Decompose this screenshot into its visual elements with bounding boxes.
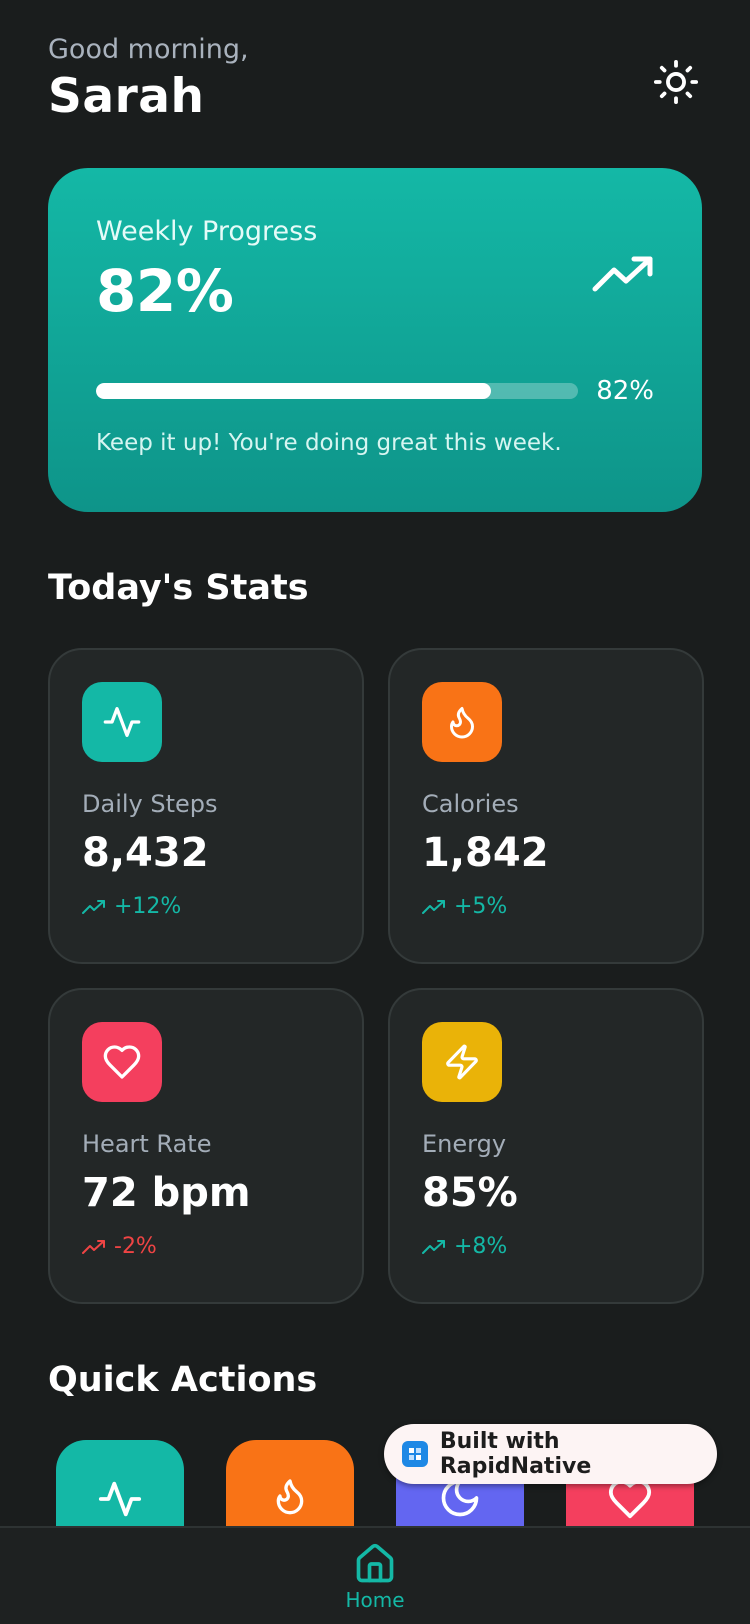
stat-change: -2% [82, 1234, 330, 1259]
stat-label: Daily Steps [82, 790, 218, 818]
sun-icon [653, 59, 699, 105]
stat-change-text: +8% [454, 1234, 508, 1259]
progress-bar-fill [96, 383, 492, 399]
progress-message: Keep it up! You're doing great this week… [96, 430, 562, 456]
quick-action-activity-button[interactable] [56, 1440, 184, 1540]
stat-card-heart-rate[interactable]: Heart Rate 72 bpm -2% [48, 988, 364, 1304]
stat-label: Energy [422, 1130, 507, 1158]
stat-change-text: -2% [114, 1234, 157, 1259]
bottom-tab-bar: Home [0, 1526, 750, 1624]
stat-change-text: +5% [454, 894, 508, 919]
progress-value: 82% [96, 257, 234, 325]
greeting-text: Good morning, [48, 34, 249, 65]
quick-action-flame-button[interactable] [226, 1440, 354, 1540]
stat-change: +12% [82, 894, 330, 919]
stat-value: 85% [422, 1170, 518, 1216]
activity-icon [82, 682, 162, 762]
trending-up-icon [592, 254, 654, 298]
header: Good morning, Sarah [48, 34, 702, 134]
weekly-progress-card[interactable]: Weekly Progress 82% 82% Keep it up! You'… [48, 168, 702, 512]
stat-change-text: +12% [114, 894, 182, 919]
quick-actions-title: Quick Actions [48, 1360, 318, 1400]
progress-bar-track [96, 383, 579, 399]
user-name: Sarah [48, 69, 205, 124]
home-icon [356, 1543, 394, 1583]
stat-change: +5% [422, 894, 670, 919]
stat-label: Calories [422, 790, 519, 818]
progress-percent-label: 82% [596, 376, 654, 406]
stat-card-energy[interactable]: Energy 85% +8% [388, 988, 704, 1304]
stat-value: 1,842 [422, 830, 549, 876]
stat-label: Heart Rate [82, 1130, 212, 1158]
progress-title: Weekly Progress [96, 216, 318, 247]
activity-icon [98, 1481, 142, 1517]
stat-change: +8% [422, 1234, 670, 1259]
trending-up-icon [422, 899, 445, 914]
trending-up-icon [422, 1239, 445, 1254]
stat-card-daily-steps[interactable]: Daily Steps 8,432 +12% [48, 648, 364, 964]
stat-value: 72 bpm [82, 1170, 251, 1216]
badge-text: Built with RapidNative [439, 1429, 592, 1479]
trending-up-icon [82, 1239, 105, 1254]
tab-home-label: Home [345, 1588, 405, 1612]
trending-up-icon [82, 899, 105, 914]
flame-icon [276, 1479, 304, 1515]
theme-toggle-button[interactable] [650, 56, 702, 108]
heart-icon [82, 1022, 162, 1102]
progress-bar-row: 82% [96, 376, 654, 406]
rapidnative-logo-icon [402, 1441, 428, 1467]
tab-home[interactable]: Home [345, 1542, 405, 1612]
flame-icon [422, 682, 502, 762]
stat-value: 8,432 [82, 830, 209, 876]
built-with-badge[interactable]: Built with RapidNative [384, 1424, 717, 1484]
stats-section-title: Today's Stats [48, 568, 309, 608]
zap-icon [422, 1022, 502, 1102]
stat-card-calories[interactable]: Calories 1,842 +5% [388, 648, 704, 964]
